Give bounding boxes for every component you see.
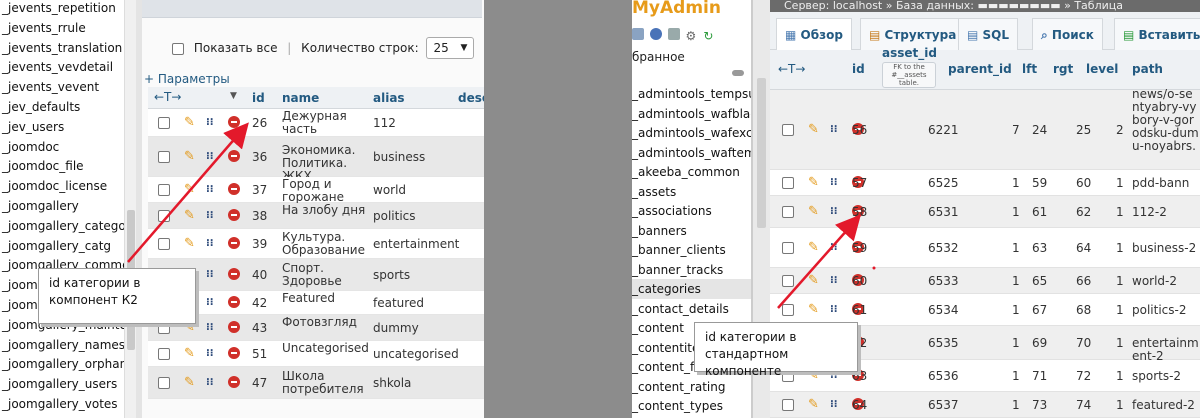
arrow-to-standard-id <box>777 214 861 309</box>
annotation-arrows <box>127 122 876 309</box>
annotation-k2: id категории в компонент К2 <box>38 268 196 324</box>
annotation-standard: id категории в стандартном компоненте <box>694 322 858 378</box>
annotation-dot <box>872 266 876 270</box>
arrow-to-k2-id <box>127 122 249 263</box>
